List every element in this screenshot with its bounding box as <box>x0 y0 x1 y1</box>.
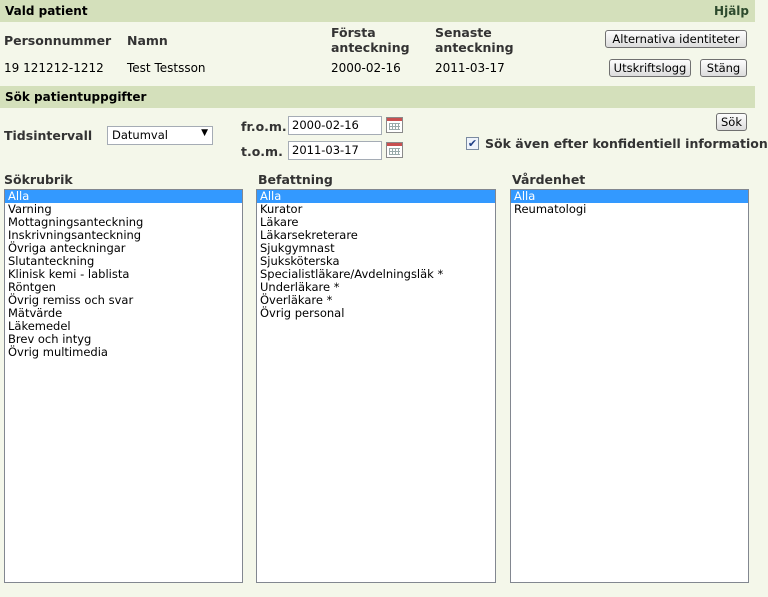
search-bar: Sök patientuppgifter <box>0 86 755 108</box>
tom-label: t.o.m. <box>241 144 283 159</box>
list-item[interactable]: Övrig personal <box>257 307 495 320</box>
tidsintervall-value: Datumval <box>112 128 168 142</box>
help-link[interactable]: Hjälp <box>714 4 749 18</box>
alternativa-identiteter-button[interactable]: Alternativa identiteter <box>605 30 747 48</box>
senaste-value: 2011-03-17 <box>435 61 505 75</box>
calendar-icon[interactable] <box>386 142 403 158</box>
befattning-listbox[interactable]: Alla Kurator Läkare Läkarsekreterare Sjukgym… <box>256 189 496 583</box>
namn-value: Test Testsson <box>127 61 206 75</box>
sok-button[interactable]: Sök <box>716 113 747 131</box>
tidsintervall-label: Tidsintervall <box>4 128 93 143</box>
col-namn: Namn <box>127 33 168 48</box>
col-forsta: Första anteckning <box>331 25 410 55</box>
confidential-label: Sök även efter konfidentiell information <box>485 136 768 151</box>
confidential-checkbox[interactable]: ✔ <box>466 137 479 150</box>
col-senaste: Senaste anteckning <box>435 25 514 55</box>
tom-date-input[interactable]: 2011-03-17 <box>288 141 382 160</box>
list-item[interactable]: Övrig multimedia <box>5 346 242 359</box>
tidsintervall-select[interactable]: Datumval ▼ <box>107 126 213 145</box>
list-item[interactable]: Reumatologi <box>511 203 748 216</box>
sokrubrik-label: Sökrubrik <box>4 172 73 187</box>
utskriftslogg-button[interactable]: Utskriftslogg <box>609 59 691 77</box>
from-date-input[interactable]: 2000-02-16 <box>288 116 382 135</box>
chevron-down-icon: ▼ <box>201 128 208 138</box>
vardenhet-listbox[interactable]: Alla Reumatologi <box>510 189 749 583</box>
befattning-label: Befattning <box>258 172 333 187</box>
sokrubrik-listbox[interactable]: Alla Varning Mottagningsanteckning Inskrivn… <box>4 189 243 583</box>
search-title: Sök patientuppgifter <box>5 90 147 104</box>
selected-patient-bar: Vald patient Hjälp <box>0 0 755 22</box>
forsta-value: 2000-02-16 <box>331 61 401 75</box>
vardenhet-label: Vårdenhet <box>512 172 586 187</box>
calendar-icon[interactable] <box>386 117 403 133</box>
personnummer-value: 19 121212-1212 <box>4 61 104 75</box>
stang-button[interactable]: Stäng <box>700 59 747 77</box>
from-label: fr.o.m. <box>241 119 287 134</box>
section-title: Vald patient <box>5 4 88 18</box>
col-personnummer: Personnummer <box>4 33 112 48</box>
